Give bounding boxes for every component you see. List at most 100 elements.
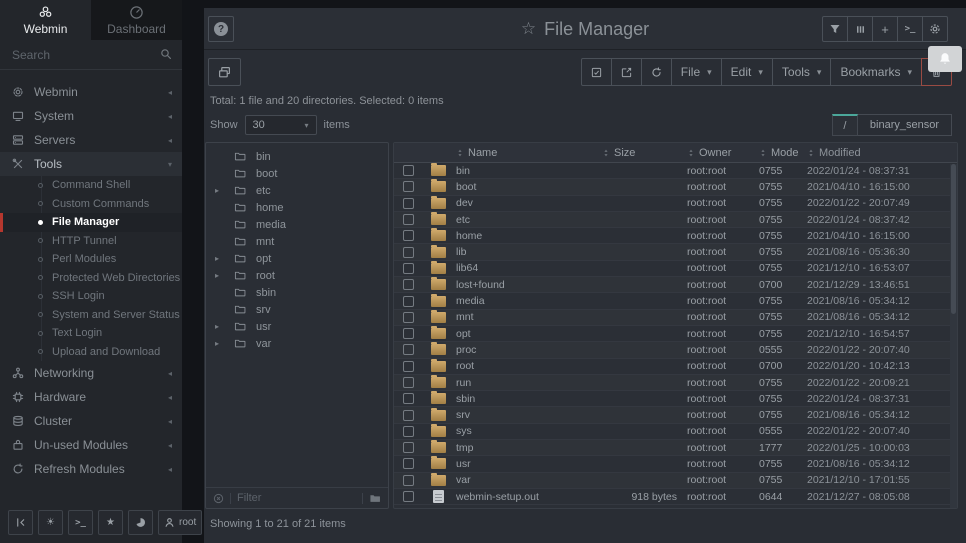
- table-row[interactable]: srv root:root 0755 2021/08/16 - 05:34:12: [394, 407, 957, 423]
- table-row[interactable]: sys root:root 0555 2022/01/22 - 20:07:40: [394, 424, 957, 440]
- table-scrollbar[interactable]: [950, 164, 957, 508]
- table-row[interactable]: media root:root 0755 2021/08/16 - 05:34:…: [394, 293, 957, 309]
- table-row[interactable]: etc root:root 0755 2022/01/24 - 08:37:42: [394, 212, 957, 228]
- expand-caret-icon[interactable]: ▸: [215, 271, 219, 280]
- sidebar-subitem[interactable]: SSH Login: [0, 287, 182, 306]
- help-button[interactable]: ?: [208, 16, 234, 42]
- table-row[interactable]: lost+found root:root 0700 2021/12/29 - 1…: [394, 277, 957, 293]
- row-checkbox[interactable]: [403, 328, 414, 339]
- table-row[interactable]: run root:root 0755 2022/01/22 - 20:09:21: [394, 375, 957, 391]
- clear-filter-icon[interactable]: [213, 493, 224, 504]
- tree-item[interactable]: ▸ bin: [206, 148, 388, 165]
- table-row[interactable]: opt root:root 0755 2021/12/10 - 16:54:57: [394, 326, 957, 342]
- sidebar-subitem[interactable]: Text Login: [0, 324, 182, 343]
- sidebar-section[interactable]: Cluster: [0, 409, 182, 433]
- row-checkbox[interactable]: [403, 410, 414, 421]
- row-checkbox[interactable]: [403, 230, 414, 241]
- favorite-star-icon[interactable]: ☆: [521, 19, 536, 39]
- tab-dashboard[interactable]: Dashboard: [91, 0, 182, 40]
- table-row[interactable]: lib root:root 0755 2021/08/16 - 05:36:30: [394, 244, 957, 260]
- column-header[interactable]: Size: [602, 147, 687, 159]
- edit-menu-button[interactable]: Edit: [721, 58, 773, 86]
- table-row[interactable]: dev root:root 0755 2022/01/22 - 20:07:49: [394, 196, 957, 212]
- tree-item[interactable]: ▸ home: [206, 199, 388, 216]
- sidebar-subitem[interactable]: File Manager: [0, 213, 182, 232]
- sidebar-section[interactable]: Refresh Modules: [0, 457, 182, 481]
- tree-item[interactable]: ▸ boot: [206, 165, 388, 182]
- table-row[interactable]: boot root:root 0755 2021/04/10 - 16:15:0…: [394, 179, 957, 195]
- row-checkbox[interactable]: [403, 312, 414, 323]
- sidebar-section[interactable]: Hardware: [0, 385, 182, 409]
- sidebar-section[interactable]: Un-used Modules: [0, 433, 182, 457]
- table-row[interactable]: root root:root 0700 2022/01/20 - 10:42:1…: [394, 359, 957, 375]
- row-checkbox[interactable]: [403, 393, 414, 404]
- table-row[interactable]: var root:root 0755 2021/12/10 - 17:01:55: [394, 473, 957, 489]
- tree-item[interactable]: ▸ sbin: [206, 284, 388, 301]
- shell-button[interactable]: >_: [68, 510, 93, 535]
- select-all-button[interactable]: [581, 58, 612, 86]
- expand-caret-icon[interactable]: ▸: [215, 254, 219, 263]
- row-checkbox[interactable]: [403, 247, 414, 258]
- user-button[interactable]: root: [158, 510, 202, 535]
- scrollbar-thumb[interactable]: [951, 164, 956, 314]
- column-header[interactable]: Mode: [759, 147, 807, 159]
- sidebar-section[interactable]: Servers: [0, 128, 182, 152]
- table-row[interactable]: tmp root:root 1777 2022/01/25 - 10:00:03: [394, 440, 957, 456]
- sidebar-subitem[interactable]: System and Server Status: [0, 306, 182, 325]
- sidebar-section[interactable]: Webmin: [0, 80, 182, 104]
- sidebar-subitem[interactable]: Perl Modules: [0, 250, 182, 269]
- notifications-tab[interactable]: [928, 46, 962, 72]
- sidebar-subitem[interactable]: Command Shell: [0, 176, 182, 195]
- row-checkbox[interactable]: [403, 198, 414, 209]
- row-checkbox[interactable]: [403, 165, 414, 176]
- theme-sun-button[interactable]: ☀: [38, 510, 63, 535]
- page-size-select[interactable]: 30: [245, 115, 317, 135]
- row-checkbox[interactable]: [403, 361, 414, 372]
- sidebar-subitem[interactable]: Upload and Download: [0, 343, 182, 362]
- breadcrumb-segment[interactable]: binary_sensor: [858, 114, 952, 136]
- table-row[interactable]: home root:root 0755 2021/04/10 - 16:15:0…: [394, 228, 957, 244]
- sidebar-subitem[interactable]: Custom Commands: [0, 195, 182, 214]
- expand-caret-icon[interactable]: ▸: [215, 186, 219, 195]
- column-header[interactable]: Owner: [687, 147, 759, 159]
- row-checkbox[interactable]: [403, 214, 414, 225]
- terminal-button[interactable]: >_: [897, 16, 923, 42]
- row-checkbox[interactable]: [403, 296, 414, 307]
- row-checkbox[interactable]: [403, 263, 414, 274]
- table-row[interactable]: bin root:root 0755 2022/01/24 - 08:37:31: [394, 163, 957, 179]
- tree-item[interactable]: ▸ root: [206, 267, 388, 284]
- table-row[interactable]: lib64 root:root 0755 2021/12/10 - 16:53:…: [394, 261, 957, 277]
- file-menu-button[interactable]: File: [671, 58, 722, 86]
- row-checkbox[interactable]: [403, 442, 414, 453]
- table-row[interactable]: usr root:root 0755 2021/08/16 - 05:34:12: [394, 456, 957, 472]
- row-checkbox[interactable]: [403, 344, 414, 355]
- sidebar-subitem[interactable]: Protected Web Directories: [0, 269, 182, 288]
- palette-button[interactable]: [128, 510, 153, 535]
- tree-item[interactable]: ▸ var: [206, 335, 388, 352]
- tree-item[interactable]: ▸ media: [206, 216, 388, 233]
- row-checkbox[interactable]: [403, 475, 414, 486]
- refresh-button[interactable]: [641, 58, 672, 86]
- table-row[interactable]: sbin root:root 0755 2022/01/24 - 08:37:3…: [394, 391, 957, 407]
- tree-item[interactable]: ▸ etc: [206, 182, 388, 199]
- tree-filter-input[interactable]: [237, 492, 356, 504]
- collapse-sidebar-button[interactable]: [8, 510, 33, 535]
- row-checkbox[interactable]: [403, 181, 414, 192]
- column-header[interactable]: Modified: [807, 147, 957, 159]
- breadcrumb-root[interactable]: /: [832, 114, 858, 136]
- bookmarks-menu-button[interactable]: Bookmarks: [830, 58, 922, 86]
- sidebar-section[interactable]: System: [0, 104, 182, 128]
- sidebar-section[interactable]: Networking: [0, 361, 182, 385]
- favorites-button[interactable]: ★: [98, 510, 123, 535]
- row-checkbox[interactable]: [403, 458, 414, 469]
- tree-item[interactable]: ▸ srv: [206, 301, 388, 318]
- filter-button[interactable]: [822, 16, 848, 42]
- expand-caret-icon[interactable]: ▸: [215, 339, 219, 348]
- paste-export-button[interactable]: [611, 58, 642, 86]
- table-row[interactable]: mnt root:root 0755 2021/08/16 - 05:34:12: [394, 310, 957, 326]
- row-checkbox[interactable]: [403, 426, 414, 437]
- tree-item[interactable]: ▸ usr: [206, 318, 388, 335]
- tree-item[interactable]: ▸ mnt: [206, 233, 388, 250]
- row-checkbox[interactable]: [403, 377, 414, 388]
- columns-button[interactable]: [847, 16, 873, 42]
